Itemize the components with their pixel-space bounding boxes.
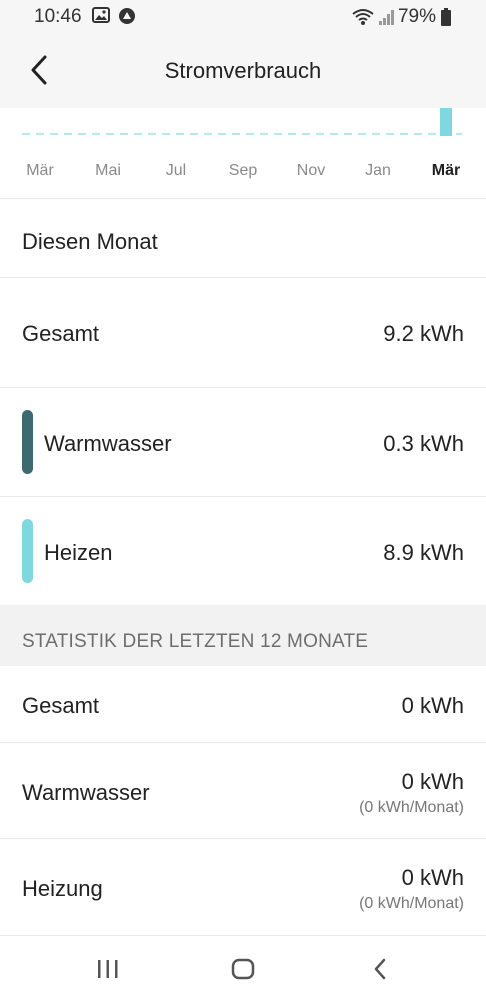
stats-warmwasser-row: Warmwasser 0 kWh (0 kWh/Monat): [0, 743, 486, 838]
month-label: Jan: [365, 162, 391, 179]
status-time: 10:46: [34, 6, 82, 27]
stats-warmwasser-monthly: (0 kWh/Monat): [359, 799, 464, 816]
warmwasser-row: Warmwasser 0.3 kWh: [0, 388, 486, 496]
month-label: Mai: [95, 162, 121, 179]
stats-section-title: STATISTIK DER LETZTEN 12 MONATE: [22, 631, 369, 652]
stats-warmwasser-label: Warmwasser: [22, 780, 150, 805]
stats-heizung-monthly: (0 kWh/Monat): [359, 895, 464, 912]
status-bar: 10:46 79%: [0, 0, 486, 34]
stats-heizung-value: 0 kWh: [401, 865, 464, 890]
this-month-header: Diesen Monat: [0, 199, 486, 277]
heizen-color-indicator: [22, 519, 33, 583]
divider: [0, 935, 486, 936]
stats-warmwasser-value: 0 kWh: [401, 769, 464, 794]
month-label: Mär: [26, 162, 54, 179]
battery-icon: [440, 8, 452, 31]
total-label: Gesamt: [22, 321, 100, 346]
app-notification-icon: [118, 7, 136, 30]
stats-total-label: Gesamt: [22, 693, 100, 718]
recent-apps-button[interactable]: [88, 951, 128, 987]
battery-percentage: 79%: [397, 6, 436, 27]
wifi-icon: [352, 8, 374, 31]
this-month-total-row: Gesamt 9.2 kWh: [0, 278, 486, 387]
heizen-label: Heizen: [44, 540, 113, 565]
month-label-selected[interactable]: Mär: [416, 162, 476, 180]
system-nav-bar: [0, 937, 486, 999]
home-icon: [231, 958, 255, 980]
heizen-row: Heizen 8.9 kWh: [0, 497, 486, 605]
month-label: Sep: [228, 162, 258, 179]
month-label: Nov: [296, 162, 326, 179]
warmwasser-value: 0.3 kWh: [383, 431, 464, 456]
heizen-value: 8.9 kWh: [383, 540, 464, 565]
month-label: Jul: [165, 162, 187, 179]
stats-total-value: 0 kWh: [401, 693, 464, 718]
stats-section-header: STATISTIK DER LETZTEN 12 MONATE: [0, 605, 486, 666]
page-title: Stromverbrauch: [164, 58, 322, 83]
total-value: 9.2 kWh: [383, 321, 464, 346]
back-nav-button[interactable]: [360, 951, 400, 987]
stats-heizung-row: Heizung 0 kWh (0 kWh/Monat): [0, 839, 486, 935]
warmwasser-label: Warmwasser: [44, 431, 172, 456]
stats-heizung-label: Heizung: [22, 876, 103, 901]
stats-total-row: Gesamt 0 kWh: [0, 666, 486, 742]
app-bar: Stromverbrauch: [0, 34, 486, 108]
image-icon: [92, 7, 110, 28]
back-nav-icon: [374, 958, 386, 980]
chart-baseline: [22, 108, 462, 136]
recent-apps-icon: [98, 960, 118, 978]
usage-chart[interactable]: Mär Mai Jul Sep Nov Jan Mär: [0, 108, 486, 198]
signal-icon: [378, 8, 396, 31]
chart-bar-current[interactable]: [440, 108, 452, 136]
home-button[interactable]: [223, 951, 263, 987]
warmwasser-color-indicator: [22, 410, 33, 474]
this-month-title: Diesen Monat: [22, 229, 158, 254]
